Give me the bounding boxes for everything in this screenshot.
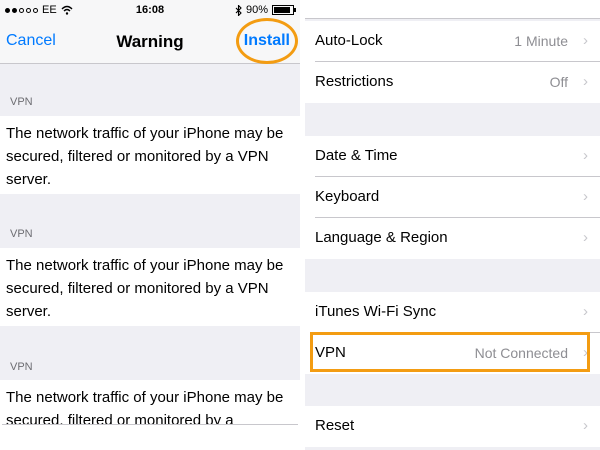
auto-lock-row[interactable]: Auto-Lock 1 Minute › [305,21,600,62]
vpn-highlight-box [310,332,590,372]
row-value: Off [549,74,568,90]
row-label: Reset [315,417,355,434]
row-label: iTunes Wi-Fi Sync [315,303,437,320]
restrictions-row[interactable]: Restrictions Off › [305,62,600,103]
bottom-panel [2,424,298,450]
row-label: Language & Region [315,229,448,246]
chevron-right-icon: › [583,229,588,246]
settings-top-row [305,0,600,19]
reset-row[interactable]: Reset › [305,406,600,447]
chevron-right-icon: › [583,73,588,90]
section-header: VPN [10,228,33,240]
row-label: Date & Time [315,147,398,164]
section-header: VPN [10,361,33,373]
status-right: 90% [235,4,296,16]
language-region-row[interactable]: Language & Region › [305,218,600,259]
warning-text: The network traffic of your iPhone may b… [0,116,300,194]
bluetooth-icon [235,4,242,16]
status-bar: EE 16:08 90% [0,0,300,20]
chevron-right-icon: › [583,417,588,434]
chevron-right-icon: › [583,188,588,205]
row-label: Keyboard [315,188,380,205]
row-value: 1 Minute [514,33,568,49]
row-label: Restrictions [315,73,394,90]
battery-percent: 90% [245,4,268,16]
chevron-right-icon: › [583,147,588,164]
install-highlight-circle [236,18,298,64]
date-time-row[interactable]: Date & Time › [305,136,600,177]
row-label: Auto-Lock [315,32,383,49]
warning-text: The network traffic of your iPhone may b… [0,248,300,326]
section-header: VPN [10,96,33,108]
keyboard-row[interactable]: Keyboard › [305,177,600,218]
install-warning-screen: EE 16:08 90% Cancel Warning Install VPN … [0,0,300,450]
itunes-sync-row[interactable]: iTunes Wi-Fi Sync › [305,292,600,333]
chevron-right-icon: › [583,303,588,320]
settings-general-screen: Auto-Lock 1 Minute › Restrictions Off › … [305,0,600,450]
battery-icon [272,5,296,15]
chevron-right-icon: › [583,32,588,49]
